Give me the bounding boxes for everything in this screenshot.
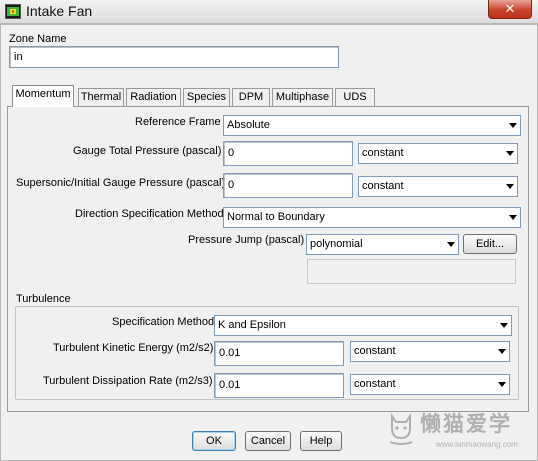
kinetic-energy-input[interactable]: 0.01 (214, 341, 344, 366)
tab-momentum[interactable]: Momentum (12, 85, 74, 107)
dissipation-rate-label: Turbulent Dissipation Rate (m2/s3) (43, 375, 213, 387)
pressure-jump-coefficients-field (307, 259, 516, 284)
direction-method-value: Normal to Boundary (227, 211, 325, 223)
cancel-button[interactable]: Cancel (245, 431, 291, 451)
kinetic-energy-method-select[interactable]: constant (350, 341, 510, 362)
window-title: Intake Fan (26, 3, 93, 19)
title-bar: Intake Fan ✕ (0, 0, 538, 24)
supersonic-pressure-input[interactable]: 0 (223, 173, 353, 198)
spec-method-select[interactable]: K and Epsilon (214, 315, 512, 336)
dropdown-arrow-icon (498, 349, 506, 354)
supersonic-pressure-method-value: constant (362, 180, 404, 192)
dropdown-arrow-icon (509, 215, 517, 220)
dissipation-rate-method-select[interactable]: constant (350, 374, 510, 395)
reference-frame-label: Reference Frame (135, 116, 221, 128)
dissipation-rate-method-value: constant (354, 378, 396, 390)
close-button[interactable]: ✕ (488, 0, 532, 19)
reference-frame-value: Absolute (227, 119, 270, 131)
tab-radiation[interactable]: Radiation (126, 88, 181, 106)
dropdown-arrow-icon (500, 323, 508, 328)
turbulence-title: Turbulence (16, 293, 71, 305)
gauge-total-pressure-label: Gauge Total Pressure (pascal) (73, 145, 222, 157)
reference-frame-select[interactable]: Absolute (223, 115, 521, 136)
dropdown-arrow-icon (506, 151, 514, 156)
supersonic-pressure-method-select[interactable]: constant (358, 176, 518, 197)
pressure-jump-select[interactable]: polynomial (306, 234, 459, 255)
pressure-jump-edit-button[interactable]: Edit... (463, 234, 517, 254)
direction-method-select[interactable]: Normal to Boundary (223, 207, 521, 228)
spec-method-value: K and Epsilon (218, 319, 286, 331)
tab-species[interactable]: Species (183, 88, 230, 106)
watermark-url: www.lanmaowang.com (436, 440, 518, 449)
dropdown-arrow-icon (506, 184, 514, 189)
tab-dpm[interactable]: DPM (232, 88, 270, 106)
zone-name-input[interactable]: in (9, 46, 339, 68)
pressure-jump-label: Pressure Jump (pascal) (188, 234, 305, 246)
spec-method-label: Specification Method (112, 316, 215, 328)
gauge-total-pressure-input[interactable]: 0 (223, 141, 353, 166)
dropdown-arrow-icon (509, 123, 517, 128)
direction-method-label: Direction Specification Method (75, 208, 224, 220)
gauge-total-pressure-method-value: constant (362, 147, 404, 159)
kinetic-energy-method-value: constant (354, 345, 396, 357)
cat-logo-icon (389, 412, 413, 445)
dissipation-rate-input[interactable]: 0.01 (214, 373, 344, 398)
help-button[interactable]: Help (300, 431, 342, 451)
zone-name-label: Zone Name (9, 33, 67, 45)
tab-thermal[interactable]: Thermal (78, 88, 124, 106)
dropdown-arrow-icon (447, 242, 455, 247)
app-icon (5, 4, 21, 19)
kinetic-energy-label: Turbulent Kinetic Energy (m2/s2) (53, 342, 214, 354)
pressure-jump-value: polynomial (310, 238, 363, 250)
tab-multiphase[interactable]: Multiphase (272, 88, 333, 106)
supersonic-pressure-label: Supersonic/Initial Gauge Pressure (pasca… (16, 177, 226, 189)
ok-button[interactable]: OK (192, 431, 236, 451)
tab-uds[interactable]: UDS (335, 88, 375, 106)
dropdown-arrow-icon (498, 382, 506, 387)
watermark-text: 懒猫爱学 (420, 413, 512, 436)
gauge-total-pressure-method-select[interactable]: constant (358, 143, 518, 164)
